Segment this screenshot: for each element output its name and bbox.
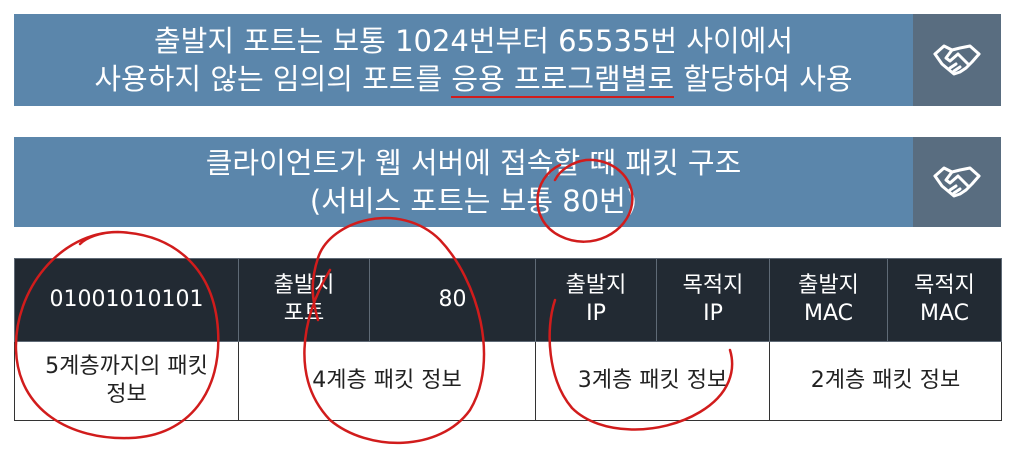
layer-description-row: 5계층까지의 패킷정보 4계층 패킷 정보 3계층 패킷 정보 2계층 패킷 정… <box>14 341 1002 421</box>
top-banner: 출발지 포트는 보통 1024번부터 65535번 사이에서 사용하지 않는 임… <box>14 14 1001 106</box>
layer5-line1: 5계층까지의 패킷 <box>45 354 208 379</box>
top-banner-line2: 사용하지 않는 임의의 포트를 응용 프로그램별로 할당하여 사용 <box>34 60 913 98</box>
destination-mac-line2: MAC <box>919 301 969 326</box>
handshake-icon <box>913 14 1001 106</box>
packet-structure-table: 01001010101 출발지 포트 80 출발지 IP 목적지 IP 출발지 MAC … <box>14 258 1002 421</box>
middle-banner: 클라이언트가 웹 서버에 접속할 때 패킷 구조 (서비스 포트는 보통 80번… <box>14 137 1001 227</box>
underlined-phrase: 응용 프로그램별로 <box>451 62 675 98</box>
source-ip-cell: 출발지 IP <box>535 258 657 342</box>
handshake-icon <box>913 137 1001 227</box>
destination-ip-line2: IP <box>703 301 723 326</box>
source-port-label-cell: 출발지포트 <box>238 258 370 342</box>
source-mac-line1: 출발지 <box>798 273 859 298</box>
destination-ip-line1: 목적지 <box>682 273 744 298</box>
source-mac-cell: 출발지 MAC <box>769 258 888 342</box>
destination-mac-line1: 목적지 <box>914 273 975 298</box>
source-port-label-line2: 포트 <box>283 301 325 326</box>
top-banner-text: 출발지 포트는 보통 1024번부터 65535번 사이에서 사용하지 않는 임… <box>14 14 913 106</box>
layer4-cell: 4계층 패킷 정보 <box>238 341 536 421</box>
source-ip-line1: 출발지 <box>565 273 627 298</box>
source-port-label-line1: 출발지 <box>273 273 335 298</box>
layer3-cell: 3계층 패킷 정보 <box>535 341 770 421</box>
port-value-cell: 80 <box>369 258 536 342</box>
data-bits-cell: 01001010101 <box>14 258 239 342</box>
destination-ip-cell: 목적지 IP <box>656 258 770 342</box>
top-banner-line2-end: 할당하여 사용 <box>674 62 853 96</box>
top-banner-line1: 출발지 포트는 보통 1024번부터 65535번 사이에서 <box>153 24 794 58</box>
layer2-cell: 2계층 패킷 정보 <box>769 341 1002 421</box>
source-mac-line2: MAC <box>803 301 853 326</box>
source-ip-line2: IP <box>586 301 606 326</box>
destination-mac-cell: 목적지 MAC <box>887 258 1002 342</box>
layer5-cell: 5계층까지의 패킷정보 <box>14 341 239 421</box>
middle-banner-line1: 클라이언트가 웹 서버에 접속할 때 패킷 구조 <box>205 146 742 180</box>
layer5-line2: 정보 <box>106 382 147 407</box>
middle-banner-line2: (서비스 포트는 보통 80번) <box>309 184 638 218</box>
middle-banner-text: 클라이언트가 웹 서버에 접속할 때 패킷 구조 (서비스 포트는 보통 80번… <box>14 137 913 227</box>
top-banner-line2-start: 사용하지 않는 임의의 포트를 <box>94 62 452 96</box>
packet-header-row: 01001010101 출발지 포트 80 출발지 IP 목적지 IP 출발지 MAC … <box>14 258 1002 342</box>
